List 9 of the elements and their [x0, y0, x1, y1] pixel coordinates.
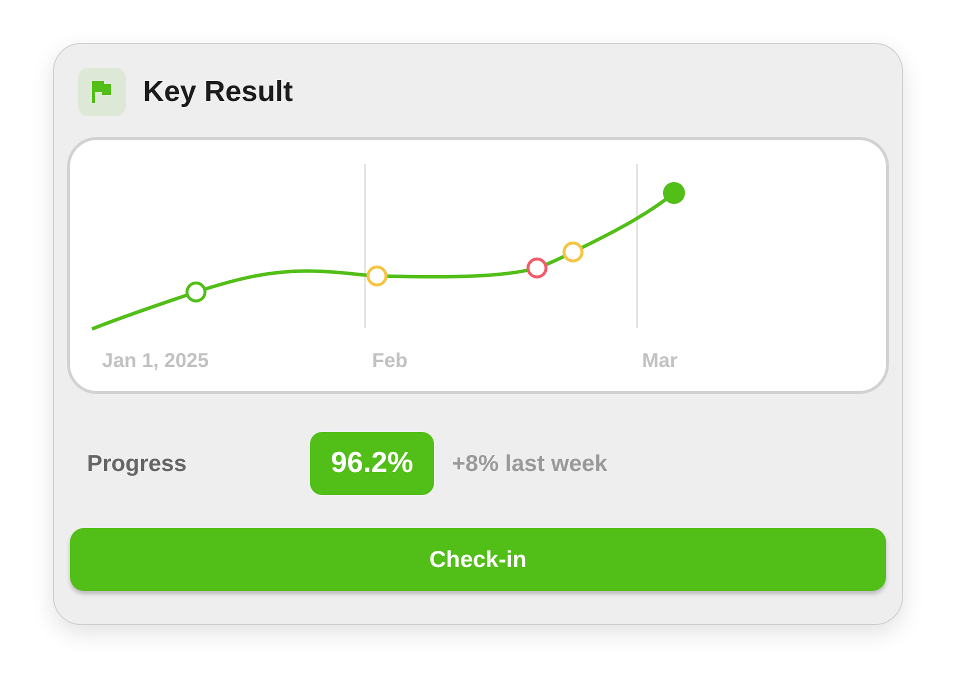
card-title: Key Result	[143, 76, 293, 108]
axis-label: Jan 1, 2025	[102, 350, 209, 372]
progress-label: Progress	[87, 450, 188, 477]
progress-value: 96.2%	[310, 432, 434, 495]
axis-label: Feb	[372, 350, 408, 372]
progress-change: +8% last week	[452, 450, 608, 477]
axis-label: Mar	[642, 350, 678, 372]
check-in-button[interactable]: Check-in	[70, 528, 886, 591]
flag-icon	[78, 68, 126, 116]
